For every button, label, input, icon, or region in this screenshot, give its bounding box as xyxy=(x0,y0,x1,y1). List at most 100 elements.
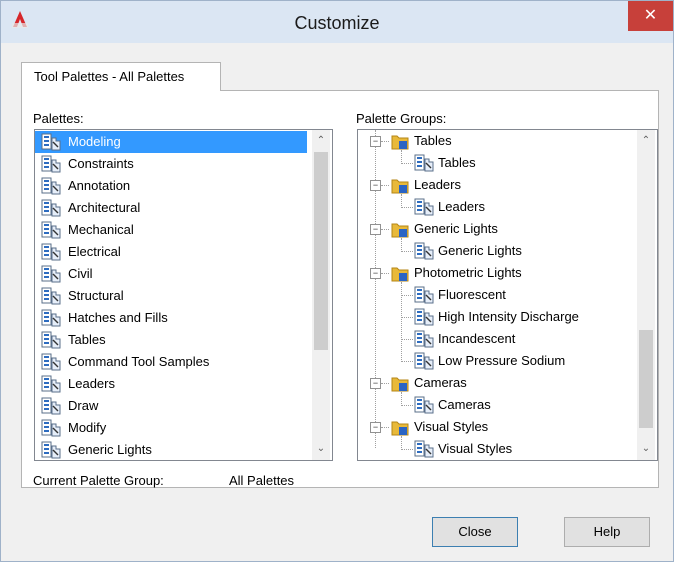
tool-palette-icon xyxy=(414,440,434,458)
folder-icon xyxy=(391,267,409,282)
palette-icon xyxy=(41,441,61,459)
tool-palette-icon xyxy=(41,441,61,459)
palette-icon xyxy=(41,375,61,393)
tree-line xyxy=(401,392,402,406)
collapse-toggle-icon[interactable]: − xyxy=(370,378,381,389)
tab-tool-palettes[interactable]: Tool Palettes - All Palettes xyxy=(21,62,221,91)
group-label: Tables xyxy=(414,133,452,148)
tree-line xyxy=(381,141,389,142)
tree-line xyxy=(401,194,402,208)
collapse-toggle-icon[interactable]: − xyxy=(370,180,381,191)
palette-list-item[interactable]: Modeling xyxy=(35,131,307,153)
palette-list-item[interactable]: Electrical xyxy=(35,241,311,263)
tool-palette-icon xyxy=(41,243,61,261)
tree-line xyxy=(401,405,413,406)
palette-list-item[interactable]: Leaders xyxy=(35,373,311,395)
palette-item-label: Constraints xyxy=(68,156,134,171)
child-label: Cameras xyxy=(438,397,491,412)
palette-list-item[interactable]: Command Tool Samples xyxy=(35,351,311,373)
tool-palette-icon xyxy=(41,309,61,327)
customize-dialog: Customize ✕ Tool Palettes - All Palettes… xyxy=(0,0,674,562)
tool-palette-icon xyxy=(41,419,61,437)
tool-palette-icon xyxy=(41,331,61,349)
palette-list-item[interactable]: Modify xyxy=(35,417,311,439)
tool-palette-icon xyxy=(41,133,61,151)
palette-item-label: Command Tool Samples xyxy=(68,354,210,369)
scroll-down-icon[interactable]: ⌄ xyxy=(312,440,330,458)
child-label: Low Pressure Sodium xyxy=(438,353,566,368)
palette-list-item[interactable]: Mechanical xyxy=(35,219,311,241)
title-bar[interactable]: Customize ✕ xyxy=(1,1,673,43)
palettes-label: Palettes: xyxy=(33,111,84,126)
tool-palette-icon xyxy=(41,221,61,239)
tree-line xyxy=(401,436,402,450)
help-button[interactable]: Help xyxy=(564,517,650,547)
collapse-toggle-icon[interactable]: − xyxy=(370,268,381,279)
close-button[interactable]: Close xyxy=(432,517,518,547)
scroll-thumb[interactable] xyxy=(314,152,328,350)
scroll-up-icon[interactable]: ⌃ xyxy=(312,132,330,150)
palette-item-label: Civil xyxy=(68,266,93,281)
tool-palette-icon xyxy=(414,154,434,172)
palette-list-item[interactable]: Civil xyxy=(35,263,311,285)
collapse-toggle-icon[interactable]: − xyxy=(370,136,381,147)
tree-line xyxy=(401,361,413,362)
group-icon xyxy=(390,374,410,399)
tree-line xyxy=(401,238,402,252)
palette-list-item[interactable]: Generic Lights xyxy=(35,439,311,460)
group-icon xyxy=(390,220,410,245)
tool-palette-icon xyxy=(414,308,434,326)
palette-list-item[interactable]: Hatches and Fills xyxy=(35,307,311,329)
collapse-toggle-icon[interactable]: − xyxy=(370,224,381,235)
group-label: Photometric Lights xyxy=(414,265,522,280)
palette-item-label: Annotation xyxy=(68,178,131,193)
palette-list-item[interactable]: Architectural xyxy=(35,197,311,219)
palette-list-item[interactable]: Structural xyxy=(35,285,311,307)
palette-list-item[interactable]: Tables xyxy=(35,329,311,351)
tool-palette-icon xyxy=(41,353,61,371)
group-label: Cameras xyxy=(414,375,467,390)
folder-icon xyxy=(391,179,409,194)
close-window-icon[interactable]: ✕ xyxy=(628,1,673,31)
group-label: Leaders xyxy=(414,177,461,192)
palette-icon xyxy=(41,133,61,151)
tree-line xyxy=(401,295,413,296)
palette-icon xyxy=(41,155,61,173)
palette-item-label: Modify xyxy=(68,420,107,435)
scroll-down-icon[interactable]: ⌄ xyxy=(637,440,655,458)
tool-palette-icon xyxy=(414,396,434,414)
palette-groups-label: Palette Groups: xyxy=(356,111,447,126)
palettes-listbox[interactable]: ⌃ ⌄ Modeling Constraints Annotation Archite… xyxy=(34,129,333,461)
scroll-up-icon[interactable]: ⌃ xyxy=(637,132,655,150)
tree-line xyxy=(401,251,413,252)
palette-icon xyxy=(41,309,61,327)
palette-item-label: Electrical xyxy=(68,244,121,259)
scroll-thumb[interactable] xyxy=(639,330,653,428)
palette-item-label: Mechanical xyxy=(68,222,134,237)
palette-icon xyxy=(41,199,61,217)
palette-list-item[interactable]: Draw xyxy=(35,395,311,417)
palette-list-item[interactable]: Constraints xyxy=(35,153,311,175)
palette-icon xyxy=(41,177,61,195)
tree-line xyxy=(375,130,376,448)
collapse-toggle-icon[interactable]: − xyxy=(370,422,381,433)
palette-icon xyxy=(41,353,61,371)
child-label: Incandescent xyxy=(438,331,516,346)
tree-line xyxy=(401,163,413,164)
tree-line xyxy=(401,339,413,340)
child-label: Generic Lights xyxy=(438,243,522,258)
palette-icon xyxy=(41,243,61,261)
palettes-scrollbar[interactable]: ⌃ ⌄ xyxy=(312,130,330,460)
tree-line xyxy=(381,383,389,384)
palette-item-label: Architectural xyxy=(68,200,141,215)
group-icon xyxy=(390,264,410,289)
palette-icon xyxy=(414,440,434,460)
palette-list-item[interactable]: Annotation xyxy=(35,175,311,197)
tree-line xyxy=(381,229,389,230)
palette-groups-tree[interactable]: ⌃ ⌄ − Tables Tables − Leaders Leaders − Generic… xyxy=(357,129,658,461)
tool-palette-icon xyxy=(41,155,61,173)
palette-item-label: Structural xyxy=(68,288,124,303)
palette-icon xyxy=(41,287,61,305)
groups-scrollbar[interactable]: ⌃ ⌄ xyxy=(637,130,655,460)
tool-palette-icon xyxy=(41,199,61,217)
